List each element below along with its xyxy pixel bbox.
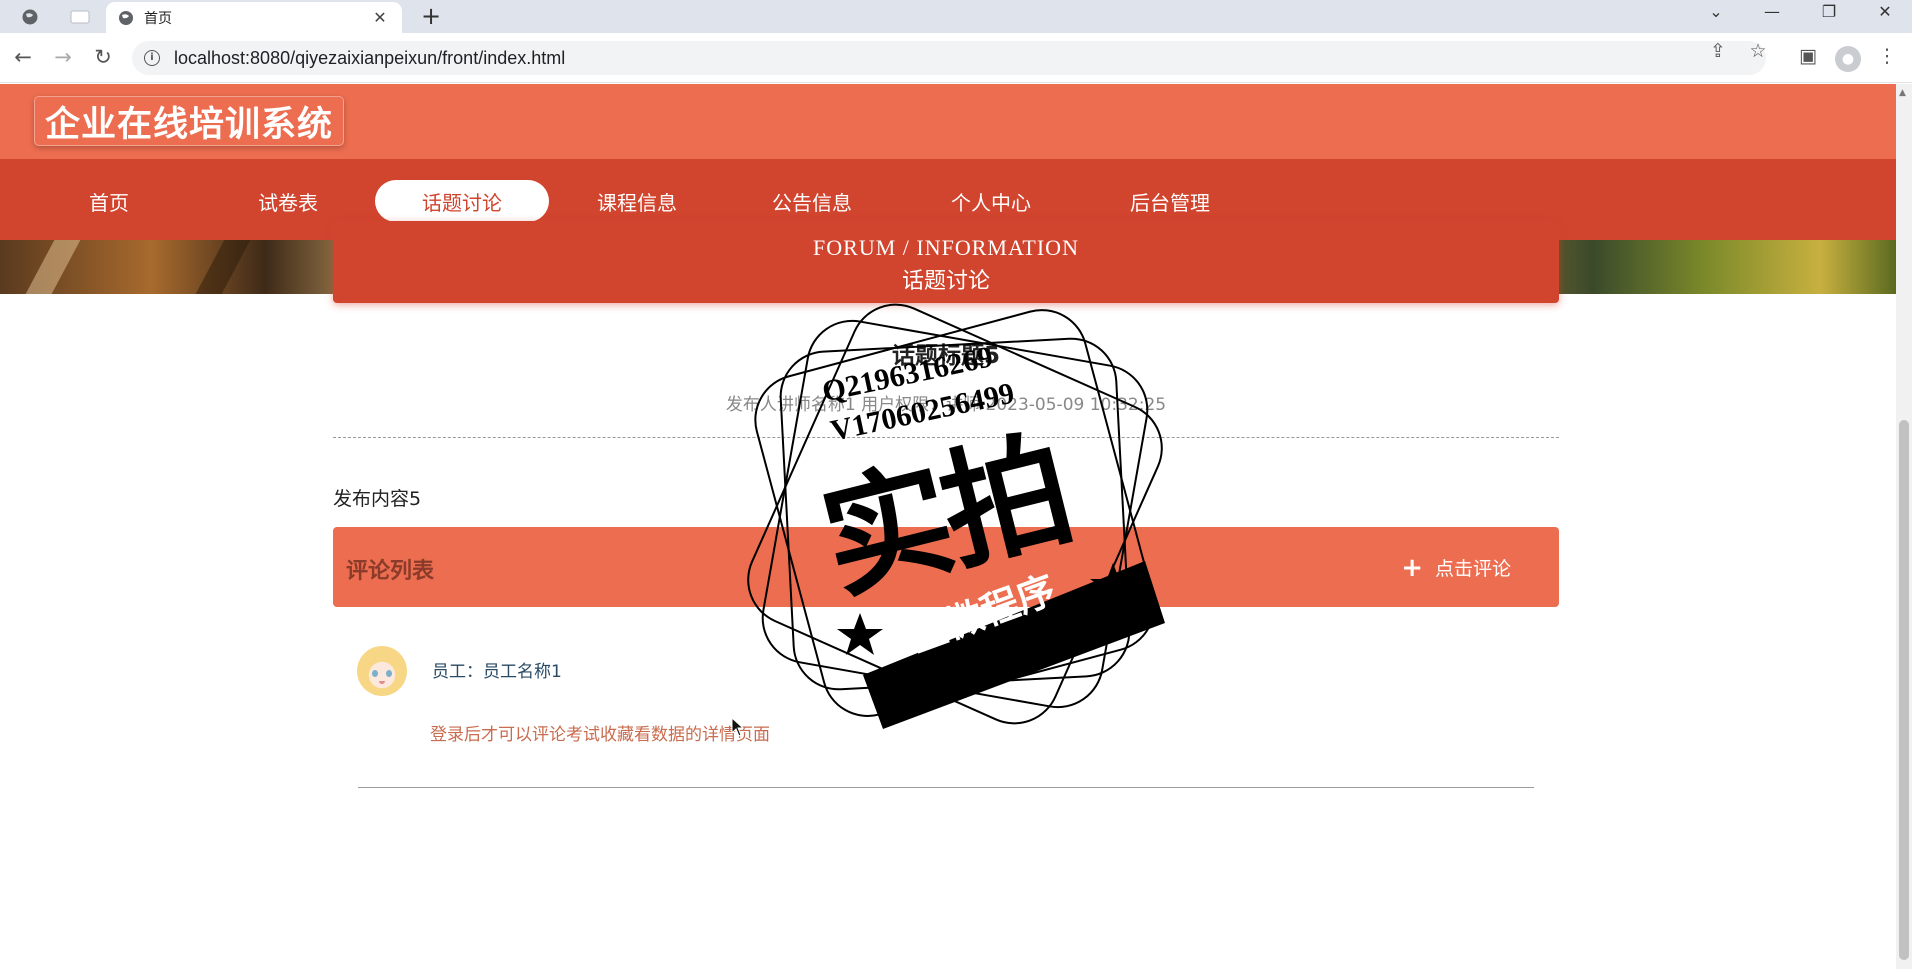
scroll-up-icon[interactable]: ▲: [1899, 88, 1906, 98]
nav-profile[interactable]: 个人中心: [904, 180, 1078, 222]
back-icon[interactable]: ←: [10, 45, 36, 69]
comment-list-title: 评论列表: [346, 559, 435, 584]
comment-user: 员工：员工名称1: [432, 662, 562, 682]
plus-icon: +: [1401, 552, 1423, 583]
site-header: 企业在线培训系统: [0, 84, 1896, 159]
window-close-button[interactable]: ✕: [1870, 2, 1900, 21]
forum-header: FORUM / INFORMATION 话题讨论: [333, 221, 1559, 303]
nav-admin[interactable]: 后台管理: [1083, 180, 1257, 222]
banner-texture: [25, 240, 81, 294]
nav-course[interactable]: 课程信息: [550, 180, 724, 222]
minimize-button[interactable]: —: [1757, 2, 1787, 21]
forum-heading-cn: 话题讨论: [901, 269, 990, 294]
new-tab-button[interactable]: +: [418, 2, 444, 30]
scrollbar-thumb[interactable]: [1899, 420, 1909, 960]
divider: [333, 437, 1559, 438]
banner-texture: [195, 240, 251, 294]
divider: [358, 787, 1534, 788]
comment-list-header: 评论列表 + 点击评论: [333, 527, 1559, 607]
mouse-cursor-icon: [731, 717, 745, 737]
nav-forum[interactable]: 话题讨论: [375, 180, 549, 222]
nav-notice[interactable]: 公告信息: [725, 180, 899, 222]
nav-home[interactable]: 首页: [22, 180, 196, 222]
browser-tabstrip: 首页 ✕ + ⌄ — ❐ ✕: [0, 0, 1912, 33]
post-title: 话题标题5: [891, 343, 1000, 369]
avatar: [357, 646, 407, 696]
url-field[interactable]: i localhost:8080/qiyezaixianpeixun/front…: [132, 41, 1766, 75]
bookmark-star-icon[interactable]: ☆: [1746, 40, 1770, 62]
avatar-mouth: [379, 681, 385, 684]
forum-heading-en: FORUM / INFORMATION: [813, 235, 1079, 260]
tab-search-icon[interactable]: ⌄: [1701, 2, 1731, 21]
forward-icon[interactable]: →: [50, 45, 76, 69]
avatar-eye: [372, 670, 378, 677]
tab-home[interactable]: 首页 ✕: [106, 2, 402, 33]
reload-icon[interactable]: ↻: [90, 45, 116, 69]
site-info-icon[interactable]: i: [144, 50, 160, 66]
page-scrollbar[interactable]: ▲: [1896, 84, 1912, 969]
profile-avatar-icon[interactable]: ●: [1835, 46, 1861, 72]
avatar-eye: [386, 670, 392, 677]
site-logo[interactable]: 企业在线培训系统: [34, 96, 344, 146]
share-icon[interactable]: ⇪: [1706, 40, 1730, 62]
comment-body: 登录后才可以评论考试收藏看数据的详情页面: [430, 725, 770, 745]
post-meta: 发布人讲师名称1 用户权限：讲师 2023-05-09 10:32:25: [725, 395, 1167, 415]
blank-tab-icon[interactable]: [62, 4, 98, 30]
tab-title: 首页: [144, 10, 172, 27]
post-content: 发布内容5: [333, 488, 422, 510]
sidepanel-icon[interactable]: ▣: [1794, 45, 1822, 67]
url-text: localhost:8080/qiyezaixianpeixun/front/i…: [174, 47, 566, 68]
nav-exam[interactable]: 试卷表: [201, 180, 375, 222]
menu-kebab-icon[interactable]: ⋮: [1873, 45, 1901, 67]
address-bar: ← → ↻ i localhost:8080/qiyezaixianpeixun…: [0, 33, 1912, 83]
globe-icon: [119, 10, 133, 25]
restore-button[interactable]: ❐: [1814, 2, 1844, 21]
globe-icon[interactable]: [12, 4, 48, 30]
add-comment-button[interactable]: + 点击评论: [1401, 554, 1511, 581]
close-icon[interactable]: ✕: [370, 8, 390, 27]
add-comment-label: 点击评论: [1434, 558, 1511, 580]
